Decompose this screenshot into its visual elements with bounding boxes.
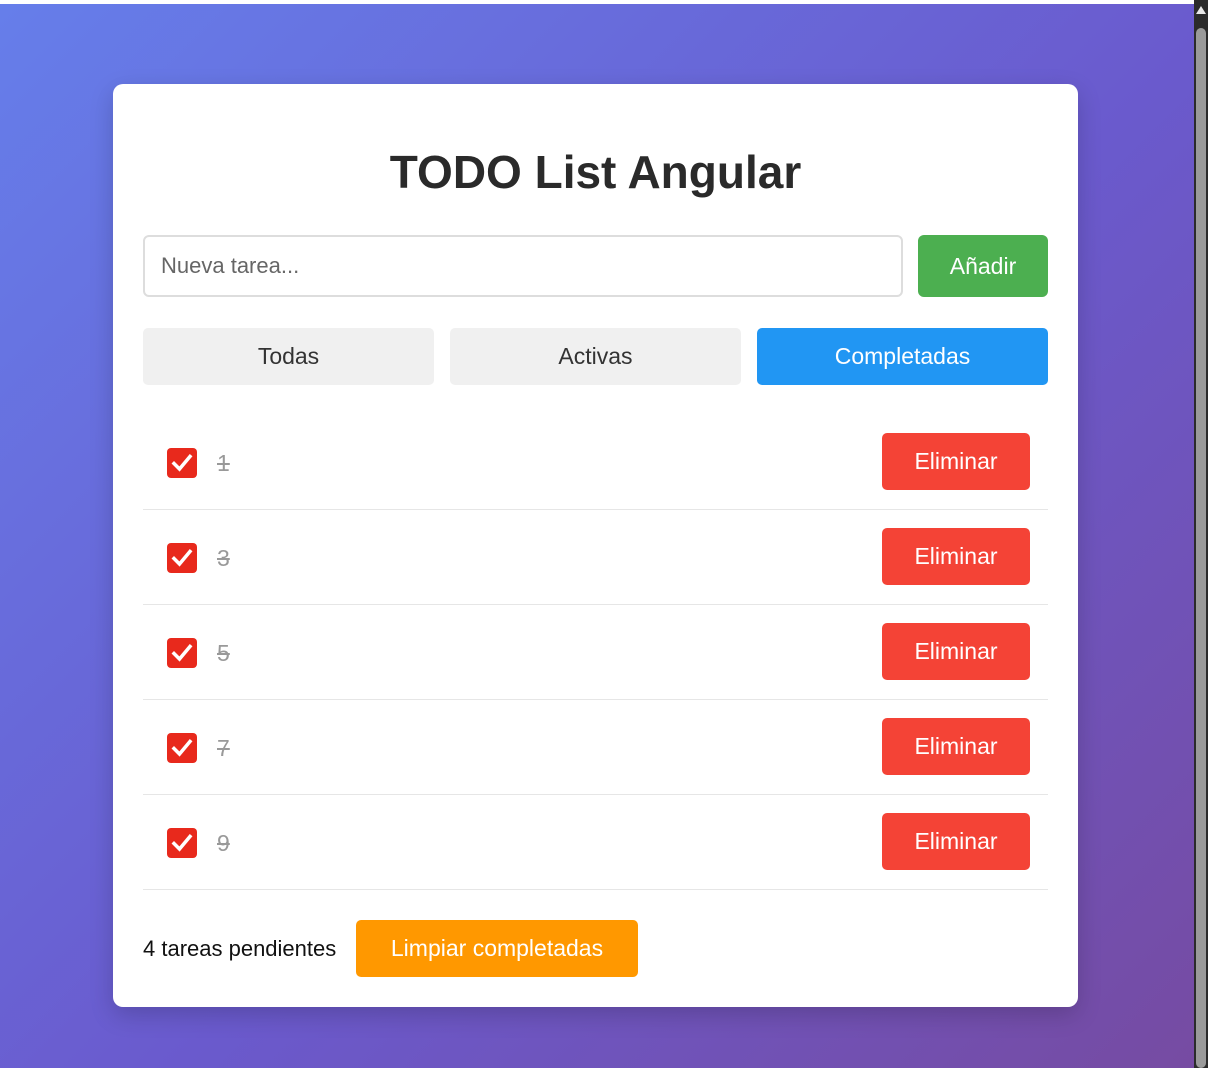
todo-text: 3 — [217, 545, 230, 571]
filter-active-button[interactable]: Activas — [450, 328, 741, 385]
todo-card: TODO List Angular Añadir Todas Activas C… — [113, 84, 1078, 1007]
todo-item: 1 Eliminar — [143, 415, 1048, 510]
completed-checkbox[interactable] — [167, 638, 197, 668]
add-task-form: Añadir — [143, 235, 1048, 297]
filter-tabs: Todas Activas Completadas — [143, 328, 1048, 385]
checkmark-icon — [171, 834, 193, 852]
delete-button[interactable]: Eliminar — [882, 433, 1030, 490]
todo-item: 5 Eliminar — [143, 605, 1048, 700]
todo-list: 1 Eliminar 3 Eliminar 5 Eliminar 7 Elimi… — [143, 415, 1048, 890]
checkmark-icon — [171, 739, 193, 757]
add-task-button[interactable]: Añadir — [918, 235, 1048, 297]
completed-checkbox[interactable] — [167, 733, 197, 763]
todo-item: 3 Eliminar — [143, 510, 1048, 605]
delete-button[interactable]: Eliminar — [882, 623, 1030, 680]
checkmark-icon — [171, 644, 193, 662]
pending-count: 4 tareas pendientes — [143, 936, 337, 961]
delete-button[interactable]: Eliminar — [882, 528, 1030, 585]
delete-button[interactable]: Eliminar — [882, 813, 1030, 870]
todo-item: 9 Eliminar — [143, 795, 1048, 890]
page-title: TODO List Angular — [389, 146, 802, 198]
todo-text: 9 — [217, 830, 230, 856]
todo-text: 5 — [217, 640, 230, 666]
filter-all-button[interactable]: Todas — [143, 328, 434, 385]
checkmark-icon — [171, 454, 193, 472]
todo-item: 7 Eliminar — [143, 700, 1048, 795]
completed-checkbox[interactable] — [167, 543, 197, 573]
page-background: TODO List Angular Añadir Todas Activas C… — [0, 4, 1194, 1068]
todo-footer: 4 tareas pendientes Limpiar completadas — [143, 920, 1048, 977]
scroll-up-arrow-icon[interactable] — [1196, 6, 1206, 14]
clear-completed-button[interactable]: Limpiar completadas — [356, 920, 638, 977]
todo-text: 7 — [217, 735, 230, 761]
scrollbar-thumb[interactable] — [1196, 28, 1206, 1068]
new-task-input[interactable] — [143, 235, 903, 297]
completed-checkbox[interactable] — [167, 448, 197, 478]
delete-button[interactable]: Eliminar — [882, 718, 1030, 775]
todo-text: 1 — [217, 450, 230, 476]
completed-checkbox[interactable] — [167, 828, 197, 858]
checkmark-icon — [171, 549, 193, 567]
vertical-scrollbar[interactable] — [1194, 0, 1208, 1068]
filter-completed-button[interactable]: Completadas — [757, 328, 1048, 385]
